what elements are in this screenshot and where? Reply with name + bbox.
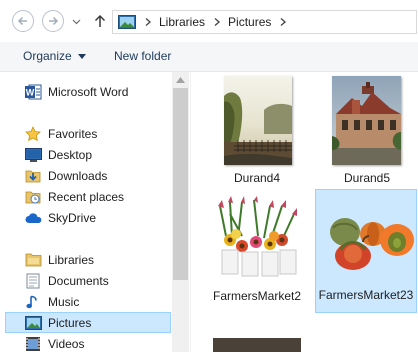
breadcrumb-libraries[interactable]: Libraries [159, 15, 205, 29]
breadcrumb-pictures[interactable]: Pictures [228, 15, 271, 29]
file-tile-farmersmarket2[interactable]: FarmersMarket2 [201, 192, 313, 314]
forward-button[interactable] [42, 10, 64, 32]
scroll-up-arrow-icon[interactable] [176, 77, 185, 83]
nav-item-skydrive[interactable]: SkyDrive [5, 207, 171, 228]
file-tile-durand4[interactable]: Durand4 [201, 72, 313, 194]
new-folder-button[interactable]: New folder [114, 49, 171, 63]
organize-button[interactable]: Organize [23, 49, 86, 63]
nav-item-libraries[interactable]: Libraries [5, 249, 171, 270]
skydrive-icon [24, 210, 42, 226]
file-name: FarmersMarket2 [212, 289, 301, 303]
nav-item-microsoft-word[interactable]: W Microsoft Word [5, 81, 171, 102]
back-arrow-icon [17, 16, 27, 26]
image-thumbnail [212, 196, 302, 279]
nav-item-desktop[interactable]: Desktop [5, 144, 171, 165]
nav-item-downloads[interactable]: Downloads [5, 165, 171, 186]
svg-text:W: W [25, 87, 34, 97]
nav-item-documents[interactable]: Documents [5, 270, 171, 291]
address-row: Libraries Pictures [0, 0, 418, 42]
nav-item-music[interactable]: Music [5, 291, 171, 312]
back-button[interactable] [12, 10, 34, 32]
breadcrumb-separator-icon[interactable] [213, 17, 221, 27]
nav-item-label: Desktop [48, 147, 93, 162]
recent-places-icon [24, 189, 42, 205]
file-tile-farmersmarket23[interactable]: FarmersMarket23 [315, 189, 417, 313]
word-icon: W [24, 84, 42, 100]
navigation-pane: W Microsoft Word Favorites Desktop Downl… [0, 72, 190, 352]
navigation-scrollbar[interactable] [172, 72, 189, 352]
star-icon [24, 125, 42, 142]
breadcrumb-separator-icon[interactable] [279, 17, 287, 27]
up-button[interactable] [92, 12, 108, 30]
file-tile-durand5[interactable]: Durand5 [311, 72, 418, 194]
chevron-down-icon [77, 53, 86, 59]
organize-label: Organize [23, 49, 72, 63]
nav-item-label: Pictures [48, 315, 92, 330]
image-thumbnail [319, 210, 415, 272]
pictures-icon [24, 315, 42, 331]
image-thumbnail [332, 76, 401, 165]
music-icon [24, 294, 42, 310]
nav-item-videos[interactable]: Videos [5, 333, 171, 352]
nav-item-label: SkyDrive [48, 210, 97, 225]
nav-item-label: Favorites [48, 126, 98, 141]
new-folder-label: New folder [114, 49, 172, 63]
nav-item-favorites[interactable]: Favorites [5, 123, 171, 144]
image-thumbnail [224, 76, 292, 165]
nav-item-label: Microsoft Word [48, 84, 129, 99]
up-arrow-icon [94, 14, 106, 27]
nav-item-label: Libraries [48, 252, 95, 267]
command-bar: Organize New folder [0, 42, 418, 72]
documents-icon [24, 273, 42, 289]
nav-item-recent-places[interactable]: Recent places [5, 186, 171, 207]
libraries-icon [24, 252, 42, 268]
downloads-icon [24, 168, 42, 184]
nav-item-label: Videos [48, 336, 85, 351]
recent-locations-chevron-down-icon[interactable] [72, 17, 81, 26]
file-name: Durand4 [233, 171, 281, 185]
address-bar[interactable]: Libraries Pictures [112, 10, 417, 34]
nav-item-pictures[interactable]: Pictures [5, 312, 171, 333]
desktop-icon [24, 147, 42, 163]
file-name: FarmersMarket23 [318, 288, 414, 302]
pictures-library-icon [118, 15, 136, 29]
videos-icon [24, 336, 42, 352]
nav-item-label: Recent places [48, 189, 125, 204]
nav-item-label: Downloads [48, 168, 108, 183]
breadcrumb-separator-icon[interactable] [144, 17, 152, 27]
nav-item-label: Music [48, 294, 80, 309]
forward-arrow-icon [49, 16, 59, 26]
nav-item-label: Documents [48, 273, 109, 288]
file-name: Durand5 [343, 171, 391, 185]
partial-image-thumbnail[interactable] [213, 338, 301, 352]
file-list: Durand4 Durand5 FarmersMarket2 FarmersMa… [190, 72, 418, 352]
scrollbar-thumb[interactable] [173, 88, 188, 280]
